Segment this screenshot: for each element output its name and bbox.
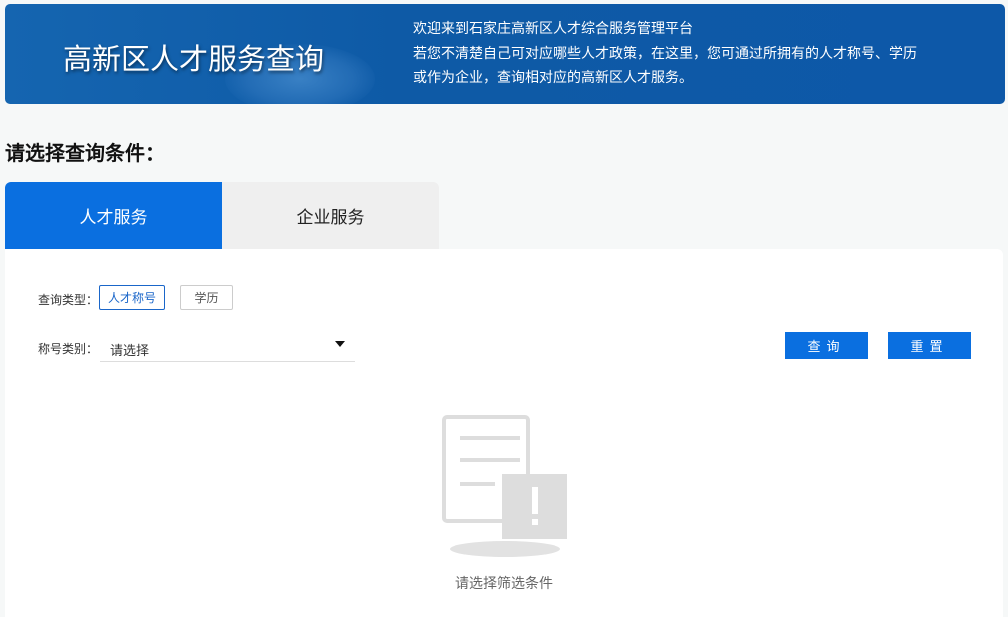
caret-down-icon: [335, 341, 345, 347]
category-select-value: 请选择: [110, 344, 150, 359]
empty-state-text: 请选择筛选条件: [455, 576, 553, 592]
category-select[interactable]: 请选择: [100, 332, 355, 362]
option-education[interactable]: 学历: [180, 285, 233, 310]
page-heading: 请选择查询条件：: [5, 141, 165, 165]
banner-line: 若您不清楚自己可对应哪些人才政策，在这里，您可通过所拥有的人才称号、学历: [413, 45, 917, 62]
query-button[interactable]: 查询: [785, 332, 868, 359]
tab-talent-service[interactable]: 人才服务: [5, 182, 222, 249]
query-type-label: 查询类型：: [38, 293, 99, 307]
banner-description: 欢迎来到石家庄高新区人才综合服务管理平台 若您不清楚自己可对应哪些人才政策，在这…: [413, 17, 917, 91]
banner-line: 或作为企业，查询相对应的高新区人才服务。: [413, 70, 693, 86]
query-panel: 查询类型： 人才称号 学历 称号类别： 请选择 查询 重置 请选择筛选条件: [5, 249, 1003, 617]
category-label: 称号类别：: [38, 342, 99, 356]
banner-line: 欢迎来到石家庄高新区人才综合服务管理平台: [413, 21, 693, 37]
tab-enterprise-service[interactable]: 企业服务: [222, 182, 439, 249]
banner: 高新区人才服务查询 欢迎来到石家庄高新区人才综合服务管理平台 若您不清楚自己可对…: [5, 4, 1005, 104]
empty-document-icon: [442, 415, 567, 557]
reset-button[interactable]: 重置: [888, 332, 971, 359]
option-talent-title[interactable]: 人才称号: [99, 285, 165, 310]
banner-title: 高新区人才服务查询: [63, 42, 325, 76]
service-tabs: 人才服务 企业服务: [5, 182, 439, 249]
